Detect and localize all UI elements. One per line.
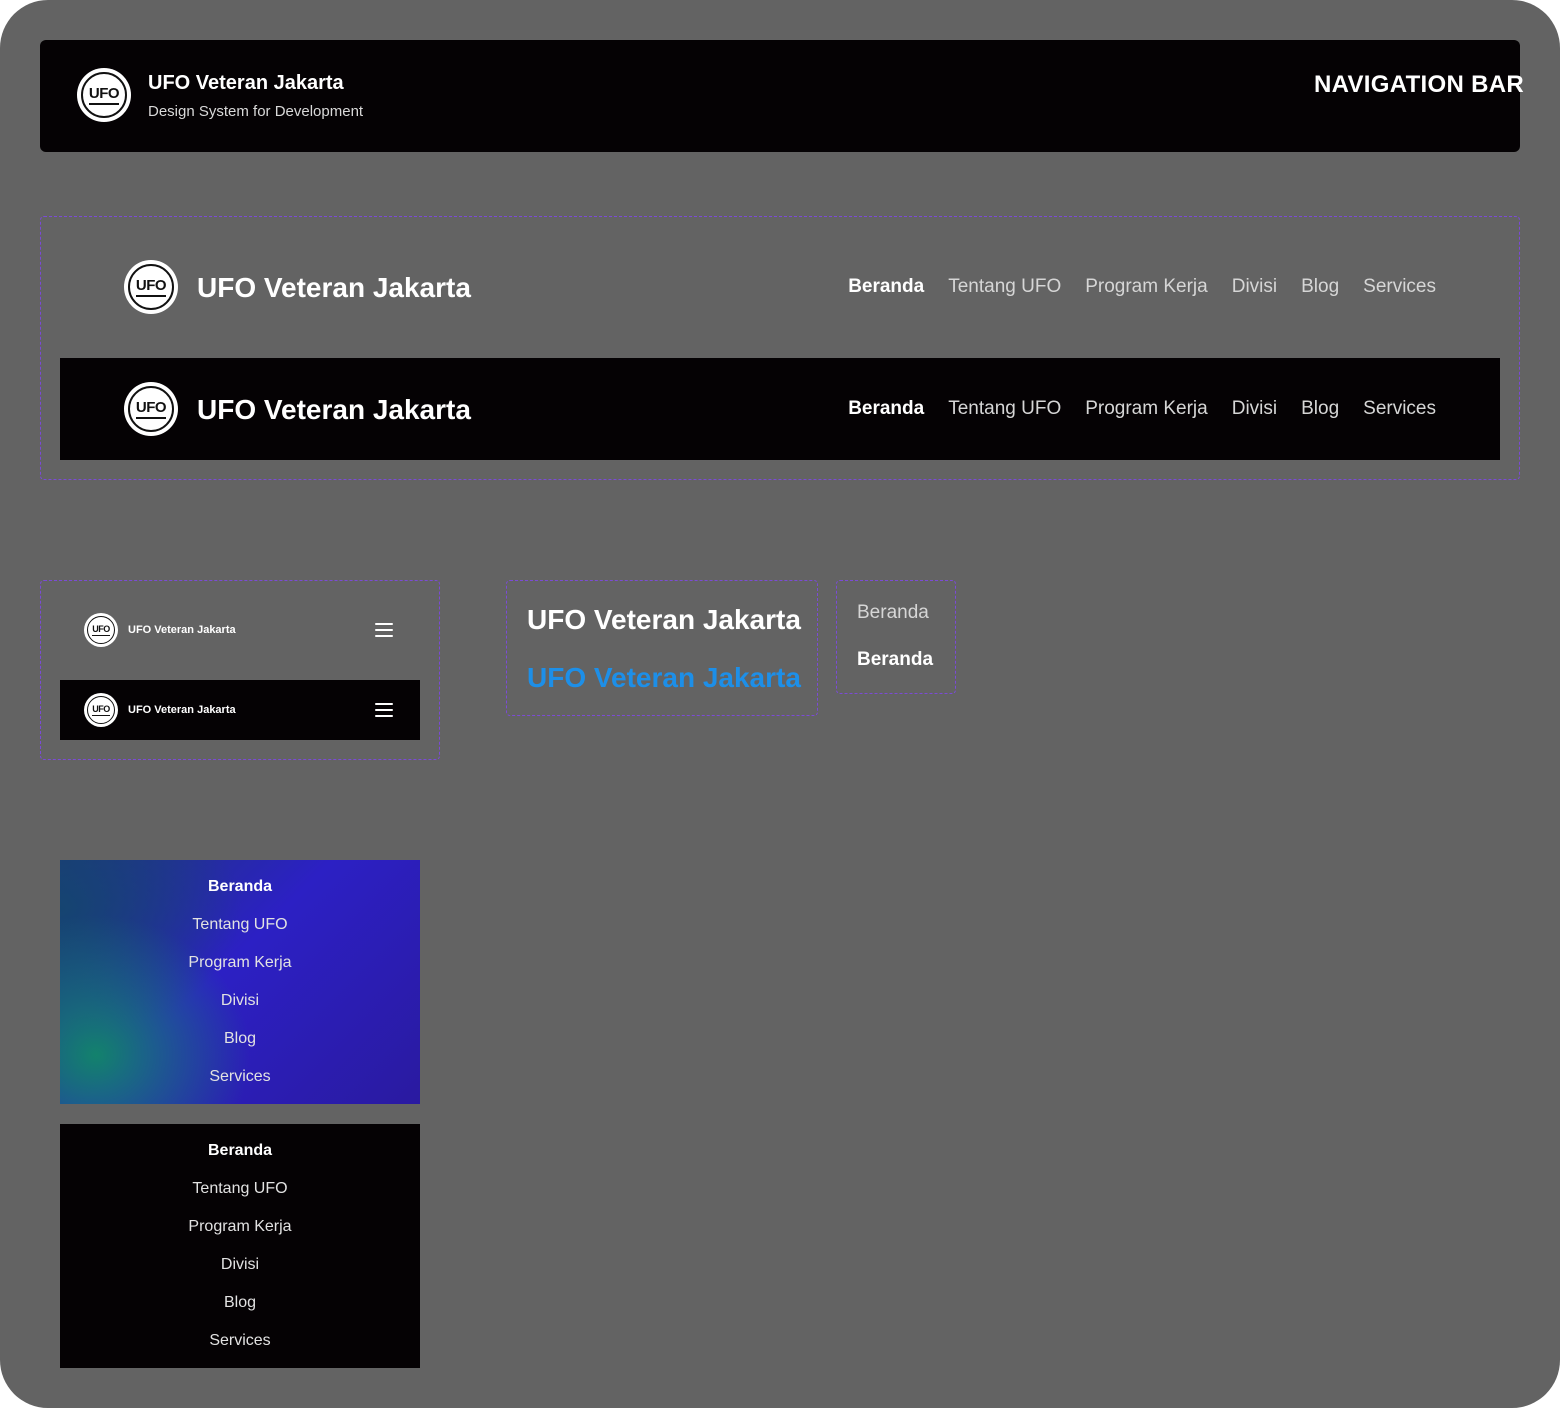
menu-item-divisi[interactable]: Divisi [60, 1246, 420, 1284]
mobile-nav-transparent: UFO UFO Veteran Jakarta [60, 600, 420, 660]
mobile-menu-gradient: Beranda Tentang UFO Program Kerja Divisi… [60, 860, 420, 1104]
nav-item-blog[interactable]: Blog [1301, 398, 1339, 420]
nav-item-divisi[interactable]: Divisi [1232, 398, 1277, 420]
nav-menu: Beranda Tentang UFO Program Kerja Divisi… [848, 398, 1436, 420]
nav-menu: Beranda Tentang UFO Program Kerja Divisi… [848, 276, 1436, 298]
nav-item-blog[interactable]: Blog [1301, 276, 1339, 298]
brand-name[interactable]: UFO Veteran Jakarta [128, 704, 236, 716]
ufo-logo: UFO [77, 68, 131, 122]
brand-logo[interactable]: UFO [84, 613, 118, 647]
brand-name[interactable]: UFO Veteran Jakarta [197, 272, 471, 304]
brand-logo[interactable]: UFO [124, 260, 178, 314]
brand-logo[interactable]: UFO [84, 693, 118, 727]
nav-item-services[interactable]: Services [1363, 276, 1436, 298]
nav-item-divisi[interactable]: Divisi [1232, 276, 1277, 298]
brand-logo[interactable]: UFO [124, 382, 178, 436]
link-default-state[interactable]: Beranda [857, 602, 929, 624]
nav-item-beranda[interactable]: Beranda [848, 276, 924, 298]
brand-hover-state[interactable]: UFO Veteran Jakarta [527, 662, 801, 694]
menu-item-services[interactable]: Services [60, 1322, 420, 1360]
menu-item-program-kerja[interactable]: Program Kerja [60, 944, 420, 982]
menu-item-beranda[interactable]: Beranda [60, 1132, 420, 1170]
menu-item-blog[interactable]: Blog [60, 1020, 420, 1058]
header-title: UFO Veteran Jakarta [148, 72, 344, 94]
menu-item-blog[interactable]: Blog [60, 1284, 420, 1322]
nav-item-tentang-ufo[interactable]: Tentang UFO [948, 276, 1061, 298]
hamburger-icon[interactable] [375, 623, 393, 637]
design-canvas: UFO UFO Veteran Jakarta Design System fo… [0, 0, 1560, 1408]
brand-name[interactable]: UFO Veteran Jakarta [128, 624, 236, 636]
mobile-nav-dark: UFO UFO Veteran Jakarta [60, 680, 420, 740]
link-states [836, 580, 956, 694]
menu-item-divisi[interactable]: Divisi [60, 982, 420, 1020]
logo-text: UFO [88, 84, 120, 102]
mobile-menu-dark: Beranda Tentang UFO Program Kerja Divisi… [60, 1124, 420, 1368]
menu-item-tentang-ufo[interactable]: Tentang UFO [60, 906, 420, 944]
nav-item-beranda[interactable]: Beranda [848, 398, 924, 420]
nav-item-program-kerja[interactable]: Program Kerja [1085, 398, 1208, 420]
desktop-nav-transparent: UFO UFO Veteran Jakarta Beranda Tentang … [60, 236, 1500, 338]
brand-states [506, 580, 818, 716]
logo-text: UFO [92, 623, 110, 634]
link-active-state[interactable]: Beranda [857, 649, 933, 671]
hamburger-icon[interactable] [375, 703, 393, 717]
nav-item-tentang-ufo[interactable]: Tentang UFO [948, 398, 1061, 420]
logo-text: UFO [92, 703, 110, 714]
desktop-nav-dark: UFO UFO Veteran Jakarta Beranda Tentang … [60, 358, 1500, 460]
section-label: NAVIGATION BAR [1314, 71, 1524, 98]
brand-default-state[interactable]: UFO Veteran Jakarta [527, 604, 801, 636]
menu-item-program-kerja[interactable]: Program Kerja [60, 1208, 420, 1246]
header-subtitle: Design System for Development [148, 103, 364, 120]
header-card: UFO [40, 40, 1520, 152]
nav-item-program-kerja[interactable]: Program Kerja [1085, 276, 1208, 298]
brand-name[interactable]: UFO Veteran Jakarta [197, 394, 471, 426]
logo-text: UFO [135, 276, 167, 294]
menu-item-tentang-ufo[interactable]: Tentang UFO [60, 1170, 420, 1208]
nav-item-services[interactable]: Services [1363, 398, 1436, 420]
menu-item-beranda[interactable]: Beranda [60, 868, 420, 906]
menu-item-services[interactable]: Services [60, 1058, 420, 1096]
logo-text: UFO [135, 398, 167, 416]
